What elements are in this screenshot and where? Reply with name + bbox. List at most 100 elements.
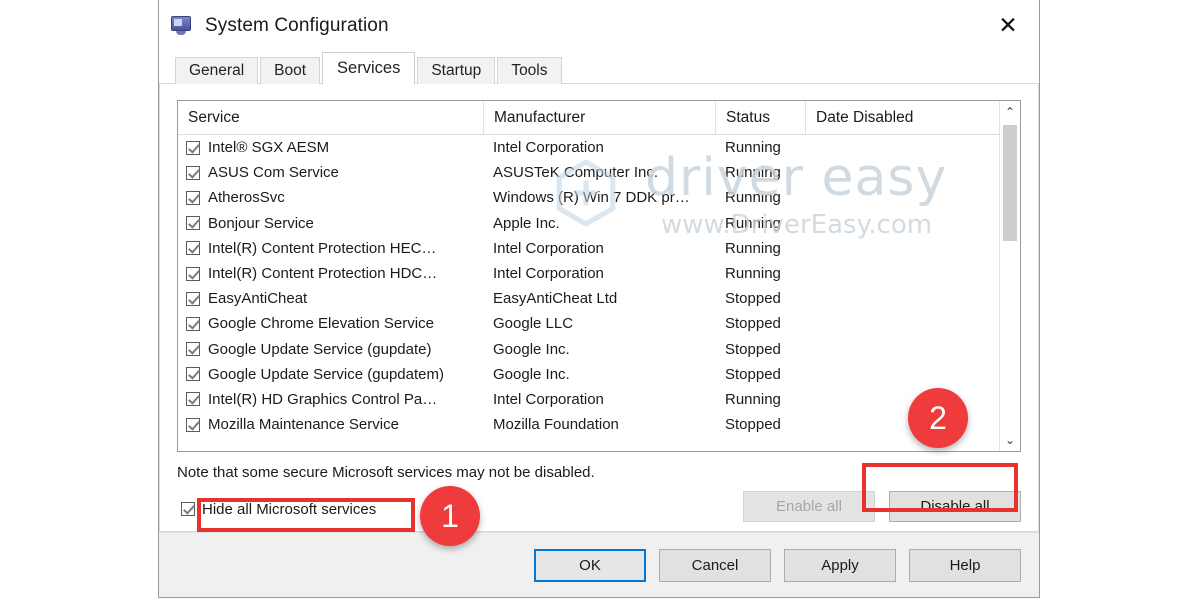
bottom-controls-row: Hide all Microsoft services Enable all D…	[177, 491, 1021, 527]
manufacturer-cell: Google Inc.	[493, 365, 570, 383]
status-cell: Running	[725, 189, 781, 207]
cancel-button[interactable]: Cancel	[659, 548, 771, 582]
services-list[interactable]: Service Manufacturer Status Date Disable…	[177, 100, 1021, 452]
service-row-checkbox[interactable]	[186, 367, 200, 382]
scroll-down-icon[interactable]: ⌄	[1000, 429, 1020, 451]
secure-services-note: Note that some secure Microsoft services…	[177, 463, 595, 481]
table-row[interactable]: Intel(R) Content Protection HEC… Intel Co…	[178, 236, 1020, 261]
table-row[interactable]: Mozilla Maintenance Service Mozilla Found…	[178, 412, 1020, 437]
manufacturer-cell: Intel Corporation	[493, 390, 604, 408]
table-row[interactable]: Bonjour Service Apple Inc. Running	[178, 211, 1020, 236]
status-cell: Stopped	[725, 365, 781, 383]
table-row[interactable]: Intel® SGX AESM Intel Corporation Running	[178, 135, 1020, 160]
service-cell: EasyAntiCheat	[178, 290, 483, 307]
services-list-header: Service Manufacturer Status Date Disable…	[178, 101, 1020, 135]
table-row[interactable]: Google Chrome Elevation Service Google LL…	[178, 311, 1020, 336]
service-row-checkbox[interactable]	[186, 165, 200, 180]
tab-general[interactable]: General	[175, 57, 259, 84]
title-bar: System Configuration ✕	[159, 0, 1039, 52]
close-icon[interactable]: ✕	[977, 0, 1039, 52]
service-name-label: Google Update Service (gupdatem)	[208, 365, 444, 383]
manufacturer-cell: Google LLC	[493, 315, 574, 333]
service-name-label: Google Update Service (gupdate)	[208, 340, 432, 358]
manufacturer-cell: Intel Corporation	[493, 239, 604, 257]
ok-button[interactable]: OK	[534, 548, 646, 582]
annotation-step-1: 1	[420, 486, 480, 546]
column-header-manufacturer[interactable]: Manufacturer	[483, 101, 715, 134]
service-name-label: EasyAntiCheat	[208, 290, 308, 308]
service-name-label: Mozilla Maintenance Service	[208, 416, 399, 434]
hide-microsoft-label: Hide all Microsoft services	[202, 500, 377, 518]
service-cell: Google Update Service (gupdatem)	[178, 366, 483, 383]
status-cell: Running	[725, 390, 781, 408]
service-cell: Google Update Service (gupdate)	[178, 341, 483, 358]
hide-microsoft-checkbox-box[interactable]	[181, 502, 195, 516]
column-header-status[interactable]: Status	[715, 101, 805, 134]
service-name-label: Google Chrome Elevation Service	[208, 315, 434, 333]
service-row-checkbox[interactable]	[186, 266, 200, 281]
table-row[interactable]: Intel(R) Content Protection HDC… Intel Co…	[178, 261, 1020, 286]
service-name-label: Intel(R) Content Protection HDC…	[208, 265, 438, 283]
service-name-label: ASUS Com Service	[208, 164, 339, 182]
services-tab-page: Service Manufacturer Status Date Disable…	[159, 84, 1039, 532]
service-name-label: AtherosSvc	[208, 189, 285, 207]
table-row[interactable]: Google Update Service (gupdatem) Google I…	[178, 362, 1020, 387]
apply-button[interactable]: Apply	[784, 548, 896, 582]
column-header-date-disabled[interactable]: Date Disabled	[805, 101, 981, 134]
service-cell: ASUS Com Service	[178, 164, 483, 181]
service-name-label: Intel(R) Content Protection HEC…	[208, 239, 437, 257]
status-cell: Stopped	[725, 416, 781, 434]
service-row-checkbox[interactable]	[186, 241, 200, 256]
service-row-checkbox[interactable]	[186, 190, 200, 205]
status-cell: Running	[725, 139, 781, 157]
hide-all-microsoft-services-checkbox[interactable]: Hide all Microsoft services	[177, 498, 382, 521]
table-row[interactable]: AtherosSvc Windows (R) Win 7 DDK pr… Runni…	[178, 185, 1020, 210]
table-row[interactable]: ASUS Com Service ASUSTeK Computer Inc. Run…	[178, 160, 1020, 185]
manufacturer-cell: Windows (R) Win 7 DDK pr…	[493, 189, 690, 207]
service-name-label: Bonjour Service	[208, 214, 314, 232]
service-row-checkbox[interactable]	[186, 291, 200, 306]
table-row[interactable]: Google Update Service (gupdate) Google In…	[178, 337, 1020, 362]
tab-startup[interactable]: Startup	[417, 57, 496, 84]
manufacturer-cell: Intel Corporation	[493, 265, 604, 283]
window-title: System Configuration	[205, 15, 389, 36]
manufacturer-cell: Intel Corporation	[493, 139, 604, 157]
annotation-step-2: 2	[908, 388, 968, 448]
column-header-service[interactable]: Service	[178, 101, 483, 134]
enable-all-button[interactable]: Enable all	[743, 491, 875, 522]
status-cell: Running	[725, 239, 781, 257]
status-cell: Stopped	[725, 315, 781, 333]
manufacturer-cell: EasyAntiCheat Ltd	[493, 290, 618, 308]
manufacturer-cell: Apple Inc.	[493, 214, 560, 232]
status-cell: Running	[725, 265, 781, 283]
status-cell: Stopped	[725, 290, 781, 308]
table-row[interactable]: EasyAntiCheat EasyAntiCheat Ltd Stopped	[178, 286, 1020, 311]
service-cell: Intel(R) Content Protection HDC…	[178, 265, 483, 282]
service-name-label: Intel(R) HD Graphics Control Pa…	[208, 390, 438, 408]
service-cell: AtherosSvc	[178, 189, 483, 206]
tab-tools[interactable]: Tools	[497, 57, 562, 84]
service-name-label: Intel® SGX AESM	[208, 139, 330, 157]
table-row[interactable]: Intel(R) HD Graphics Control Pa… Intel Co…	[178, 387, 1020, 412]
system-configuration-window: System Configuration ✕ General Boot Serv…	[158, 0, 1040, 598]
service-row-checkbox[interactable]	[186, 216, 200, 231]
service-row-checkbox[interactable]	[186, 342, 200, 357]
tab-boot[interactable]: Boot	[260, 57, 321, 84]
manufacturer-cell: ASUSTeK Computer Inc.	[493, 164, 659, 182]
services-list-scrollbar[interactable]: ⌃ ⌄	[999, 101, 1020, 451]
service-row-checkbox[interactable]	[186, 140, 200, 155]
scroll-up-icon[interactable]: ⌃	[1000, 101, 1020, 123]
service-cell: Intel® SGX AESM	[178, 139, 483, 156]
service-row-checkbox[interactable]	[186, 316, 200, 331]
manufacturer-cell: Mozilla Foundation	[493, 416, 619, 434]
tab-services[interactable]: Services	[322, 52, 416, 84]
manufacturer-cell: Google Inc.	[493, 340, 570, 358]
tab-strip: General Boot Services Startup Tools	[159, 52, 1039, 84]
service-row-checkbox[interactable]	[186, 392, 200, 407]
disable-all-button[interactable]: Disable all	[889, 491, 1021, 522]
service-row-checkbox[interactable]	[186, 417, 200, 432]
scrollbar-thumb[interactable]	[1003, 125, 1017, 241]
help-button[interactable]: Help	[909, 548, 1021, 582]
list-action-buttons: Enable all Disable all	[743, 491, 1021, 522]
status-cell: Stopped	[725, 340, 781, 358]
